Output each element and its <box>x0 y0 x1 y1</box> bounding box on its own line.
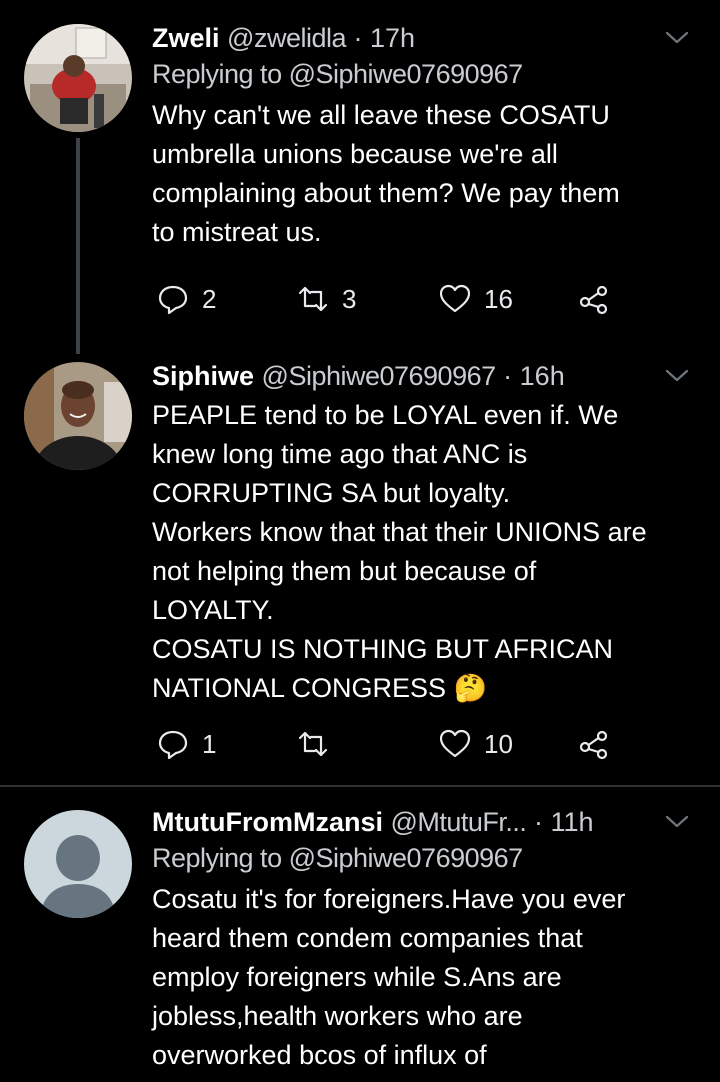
chevron-down-icon[interactable] <box>662 364 692 388</box>
share-icon <box>579 730 608 760</box>
avatar[interactable] <box>24 362 132 470</box>
tweet-header: Zweli @zwelidla · 17h <box>152 20 700 56</box>
thinking-face-emoji: 🤔 <box>453 673 488 703</box>
share-button[interactable] <box>578 279 612 319</box>
tweet-text: PEAPLE tend to be LOYAL even if. We knew… <box>152 400 647 703</box>
display-name[interactable]: Zweli <box>152 23 220 53</box>
replying-to[interactable]: Replying to @Siphiwe07690967 <box>152 840 700 876</box>
separator-dot: · <box>533 807 543 837</box>
like-count: 10 <box>484 728 513 759</box>
timestamp[interactable]: 11h <box>550 807 593 837</box>
reply-button[interactable]: 2 <box>156 279 216 319</box>
replying-to[interactable]: Replying to @Siphiwe07690967 <box>152 56 700 92</box>
avatar[interactable] <box>24 810 132 918</box>
retweet-icon <box>298 731 328 757</box>
thread-line <box>76 138 80 354</box>
tweet-text: Cosatu it's for foreigners.Have you ever… <box>152 884 626 1070</box>
retweet-button[interactable] <box>296 724 342 764</box>
retweet-count: 3 <box>342 283 357 314</box>
separator-dot: · <box>503 361 513 391</box>
tweet-actions: 2 3 16 <box>152 279 632 319</box>
chevron-down-icon[interactable] <box>662 26 692 50</box>
user-handle[interactable]: @MtutuFr... <box>391 807 527 837</box>
reply-icon <box>158 285 188 315</box>
chevron-down-icon[interactable] <box>662 810 692 834</box>
reply-count: 2 <box>202 283 217 314</box>
tweet-divider <box>0 785 720 787</box>
user-handle[interactable]: @Siphiwe07690967 <box>262 361 497 391</box>
share-button[interactable] <box>578 724 612 764</box>
like-count: 16 <box>484 283 513 314</box>
display-name[interactable]: MtutuFromMzansi <box>152 807 383 837</box>
reply-icon <box>158 730 188 760</box>
default-avatar-icon <box>24 810 132 918</box>
like-button[interactable]: 10 <box>438 724 513 764</box>
retweet-icon <box>298 286 328 312</box>
reply-count: 1 <box>202 728 217 759</box>
display-name[interactable]: Siphiwe <box>152 361 254 391</box>
like-button[interactable]: 16 <box>438 279 513 319</box>
tweet-actions: 1 10 <box>152 724 632 764</box>
reply-button[interactable]: 1 <box>156 724 216 764</box>
separator-dot: · <box>353 23 363 53</box>
tweet-header: Siphiwe @Siphiwe07690967 · 16h <box>152 358 700 394</box>
tweet-header: MtutuFromMzansi @MtutuFr... · 11h <box>152 804 700 840</box>
user-handle[interactable]: @zwelidla <box>227 23 346 53</box>
like-icon <box>439 284 471 313</box>
tweet-text: Why can't we all leave these COSATU umbr… <box>152 100 620 247</box>
like-icon <box>439 729 471 758</box>
avatar[interactable] <box>24 24 132 132</box>
timestamp[interactable]: 17h <box>370 23 415 53</box>
retweet-button[interactable]: 3 <box>296 279 356 319</box>
share-icon <box>579 285 608 315</box>
timestamp[interactable]: 16h <box>520 361 565 391</box>
